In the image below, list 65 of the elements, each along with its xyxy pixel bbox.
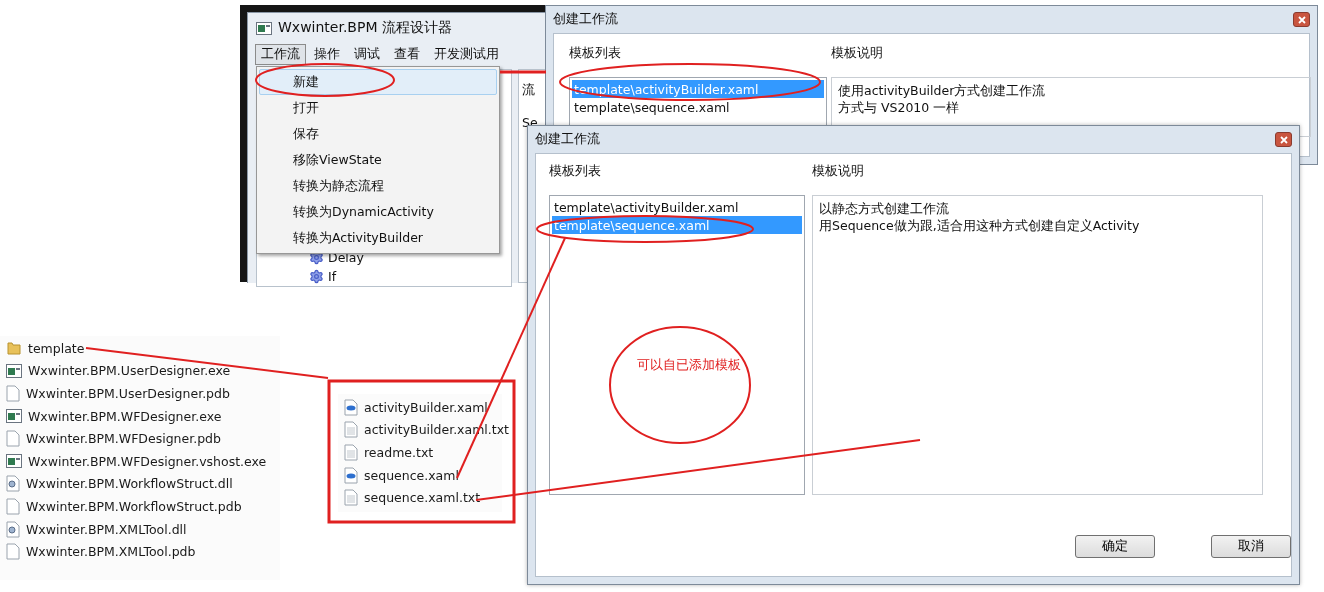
file-name[interactable]: Wxwinter.BPM.WorkflowStruct.pdb: [26, 498, 242, 514]
folder-icon: [6, 340, 22, 357]
menu-item[interactable]: 移除ViewState: [259, 147, 497, 173]
description-text: 方式与 VS2010 一样: [838, 99, 961, 116]
list-label: 模板列表: [549, 163, 602, 180]
file-name[interactable]: readme.txt: [364, 445, 434, 460]
xaml-file-icon: [344, 398, 358, 416]
program-icon: [6, 454, 22, 469]
file-name[interactable]: Wxwinter.BPM.XMLTool.dll: [26, 521, 187, 537]
file-name[interactable]: sequence.xaml: [364, 467, 459, 483]
library-file-icon: [6, 520, 20, 538]
file-name[interactable]: template: [28, 340, 85, 356]
close-icon: [1279, 135, 1288, 144]
description-text: 以静态方式创建工作流: [819, 200, 950, 217]
description-text: 使用activityBuilder方式创建工作流: [838, 82, 1047, 99]
file-name[interactable]: Wxwinter.BPM.XMLTool.pdb: [26, 544, 196, 560]
dialog-title: 创建工作流: [553, 11, 618, 28]
close-button[interactable]: [1275, 132, 1292, 147]
file-icon: [6, 385, 20, 402]
window-title: Wxwinter.BPM 流程设计器: [278, 19, 452, 37]
close-button[interactable]: [1293, 12, 1310, 27]
menu-item[interactable]: 操作: [308, 43, 346, 65]
menu-item[interactable]: 查看: [388, 43, 426, 65]
panel-label: 流: [522, 82, 536, 99]
tree-item[interactable]: If: [328, 269, 337, 284]
description-label: 模板说明: [831, 45, 884, 62]
menu-item[interactable]: 工作流: [255, 43, 306, 65]
description-text: 用Sequence做为跟,适合用这种方式创建自定义Activity: [819, 217, 1141, 234]
file-name[interactable]: activityBuilder.xaml: [364, 399, 488, 415]
list-label: 模板列表: [569, 45, 622, 62]
file-icon: [6, 543, 20, 561]
text-file-icon: [344, 444, 358, 461]
template-item[interactable]: template\sequence.xaml: [572, 98, 824, 116]
file-name[interactable]: Wxwinter.BPM.WFDesigner.vshost.exe: [28, 453, 267, 469]
dialog-button[interactable]: 确定: [1075, 535, 1155, 558]
menu-item[interactable]: 打开: [259, 95, 497, 121]
gear-icon: [309, 269, 324, 284]
file-name[interactable]: Wxwinter.BPM.UserDesigner.pdb: [26, 386, 230, 401]
dialog-button[interactable]: 取消: [1211, 535, 1291, 558]
file-name[interactable]: Wxwinter.BPM.WFDesigner.exe: [28, 408, 222, 424]
program-icon: [6, 363, 22, 378]
menu-item[interactable]: 转换为ActivityBuilder: [259, 225, 497, 251]
menu-item[interactable]: 转换为静态流程: [259, 173, 497, 199]
file-icon: [6, 497, 20, 515]
text-file-icon: [344, 489, 358, 507]
close-icon: [1297, 15, 1306, 24]
file-name[interactable]: sequence.xaml.txt: [364, 490, 481, 506]
menu-item[interactable]: 新建: [259, 69, 497, 95]
file-name[interactable]: Wxwinter.BPM.WFDesigner.pdb: [26, 431, 221, 447]
menu-item[interactable]: 保存: [259, 121, 497, 147]
file-name[interactable]: Wxwinter.BPM.WorkflowStruct.dll: [26, 476, 233, 492]
annotation-note: 可以自已添加模板: [637, 357, 741, 374]
program-icon: [6, 409, 22, 424]
menu-item[interactable]: 开发测试用: [428, 43, 505, 65]
template-item[interactable]: template\activityBuilder.xaml: [552, 198, 802, 216]
xaml-file-icon: [344, 466, 358, 484]
library-file-icon: [6, 475, 20, 493]
menu-item[interactable]: 转换为DynamicActivity: [259, 199, 497, 225]
text-file-icon: [344, 421, 358, 439]
annotation-line: [500, 70, 546, 74]
description-label: 模板说明: [812, 163, 865, 180]
file-name[interactable]: Wxwinter.BPM.UserDesigner.exe: [28, 363, 231, 379]
file-icon: [6, 430, 20, 448]
menu-item[interactable]: 调试: [348, 43, 386, 65]
window-icon: [256, 21, 272, 35]
